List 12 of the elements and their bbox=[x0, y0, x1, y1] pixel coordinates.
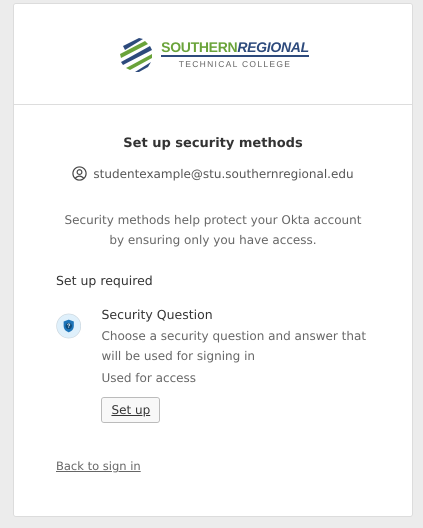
description-text: Security methods help protect your Okta account by ensuring only you have access. bbox=[64, 212, 362, 249]
college-name: SOUTHERNREGIONAL bbox=[161, 39, 309, 57]
page-title: Set up security methods bbox=[122, 136, 304, 151]
method-usage: Used for access bbox=[101, 370, 196, 387]
section-title: Set up required bbox=[56, 273, 154, 288]
setup-button[interactable]: Set up bbox=[101, 397, 160, 423]
account-email: studentexample@stu.southernregional.edu bbox=[93, 166, 354, 180]
user-icon bbox=[72, 166, 88, 181]
back-link[interactable]: Back to sign in bbox=[56, 459, 141, 473]
method-name: Security Question bbox=[101, 306, 213, 324]
college-subtitle: TECHNICAL COLLEGE bbox=[178, 59, 292, 69]
method-description: Choose a security question and answer that will be used for signing in bbox=[101, 328, 368, 365]
